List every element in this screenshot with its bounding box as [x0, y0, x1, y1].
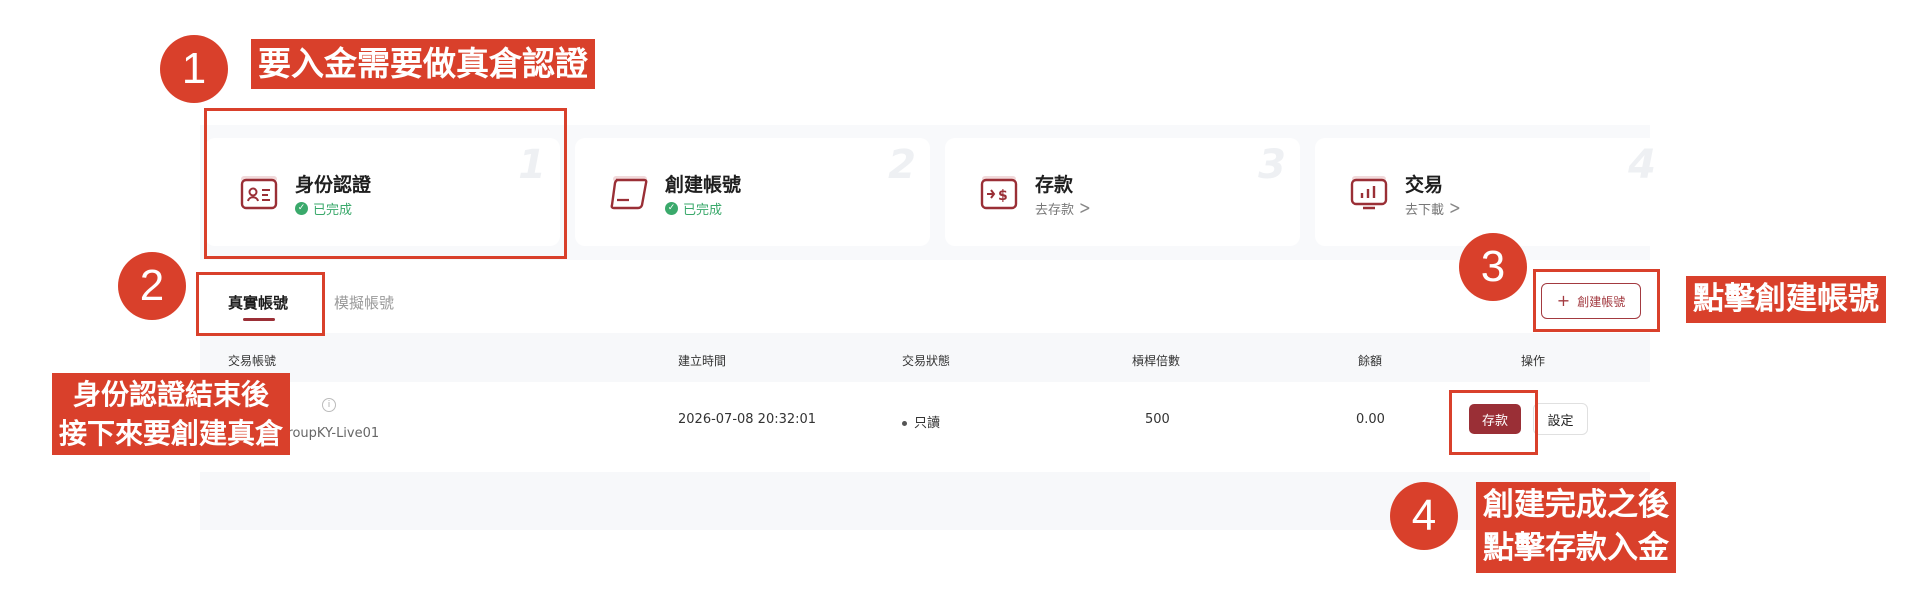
step-status-label: 已完成: [683, 203, 723, 218]
step-card-trade[interactable]: 4 交易 去下載 >: [1315, 138, 1670, 246]
annotation-note-1: 要入金需要做真倉認證: [251, 39, 595, 90]
settings-button[interactable]: 設定: [1533, 403, 1588, 435]
go-deposit-link[interactable]: 去存款 >: [1035, 198, 1091, 219]
info-icon: i: [322, 398, 336, 412]
step-title: 創建帳號: [665, 174, 742, 196]
step-status-label: 去存款: [1035, 203, 1075, 218]
highlight-deposit-button: [1449, 390, 1538, 455]
deposit-icon: $: [980, 176, 1018, 210]
step-status: ✓ 已完成: [665, 199, 722, 218]
step-card-deposit[interactable]: 3 $ 存款 去存款 >: [945, 138, 1300, 246]
column-header-created: 建立時間: [678, 354, 727, 368]
step-number: 4: [1628, 142, 1656, 188]
leverage-value: 500: [1145, 412, 1170, 427]
status-dot-icon: [902, 421, 907, 426]
annotation-note-4-line1: 創建完成之後: [1483, 487, 1669, 523]
step-status-label: 去下載: [1405, 203, 1445, 218]
step-title: 存款: [1035, 174, 1074, 196]
annotation-note-2: 身份認證結束後 接下來要創建真倉: [52, 373, 291, 456]
check-circle-icon: ✓: [665, 202, 678, 215]
chart-monitor-icon: [1350, 176, 1388, 210]
svg-text:$: $: [998, 188, 1008, 204]
column-header-balance: 餘額: [1358, 354, 1383, 368]
highlight-identity-card: [204, 108, 567, 259]
step-number: 3: [1258, 142, 1286, 188]
annotation-note-2-line1: 身份認證結束後: [73, 378, 270, 411]
column-header-actions: 操作: [1521, 354, 1546, 368]
step-title: 交易: [1405, 174, 1444, 196]
annotation-note-4: 創建完成之後 點擊存款入金: [1476, 482, 1676, 573]
balance-value: 0.00: [1356, 412, 1385, 427]
trade-status: 只讀: [902, 412, 940, 431]
account-card-icon: [610, 176, 648, 210]
annotation-badge-3: 3: [1459, 233, 1527, 301]
trade-status-label: 只讀: [914, 416, 941, 431]
highlight-real-tab: [196, 272, 325, 336]
step-number: 2: [888, 142, 916, 188]
column-header-status: 交易狀態: [902, 354, 951, 368]
annotation-note-2-line2: 接下來要創建真倉: [59, 417, 284, 451]
tab-demo-account[interactable]: 模擬帳號: [334, 292, 394, 313]
go-download-link[interactable]: 去下載 >: [1405, 198, 1461, 219]
annotation-badge-4: 4: [1390, 482, 1458, 550]
annotation-note-4-line2: 點擊存款入金: [1483, 530, 1669, 567]
annotation-badge-1: 1: [160, 35, 228, 103]
chevron-right-icon: >: [1449, 198, 1461, 219]
chevron-right-icon: >: [1079, 198, 1091, 219]
column-header-leverage: 槓桿倍數: [1132, 354, 1181, 368]
highlight-create-button: [1533, 269, 1660, 332]
step-card-create-account[interactable]: 2 創建帳號 ✓ 已完成: [575, 138, 930, 246]
created-time: 2026-07-08 20:32:01: [678, 412, 817, 427]
annotation-note-3: 點擊創建帳號: [1686, 276, 1886, 324]
column-header-account: 交易帳號: [228, 354, 277, 368]
annotation-badge-2: 2: [118, 252, 186, 320]
